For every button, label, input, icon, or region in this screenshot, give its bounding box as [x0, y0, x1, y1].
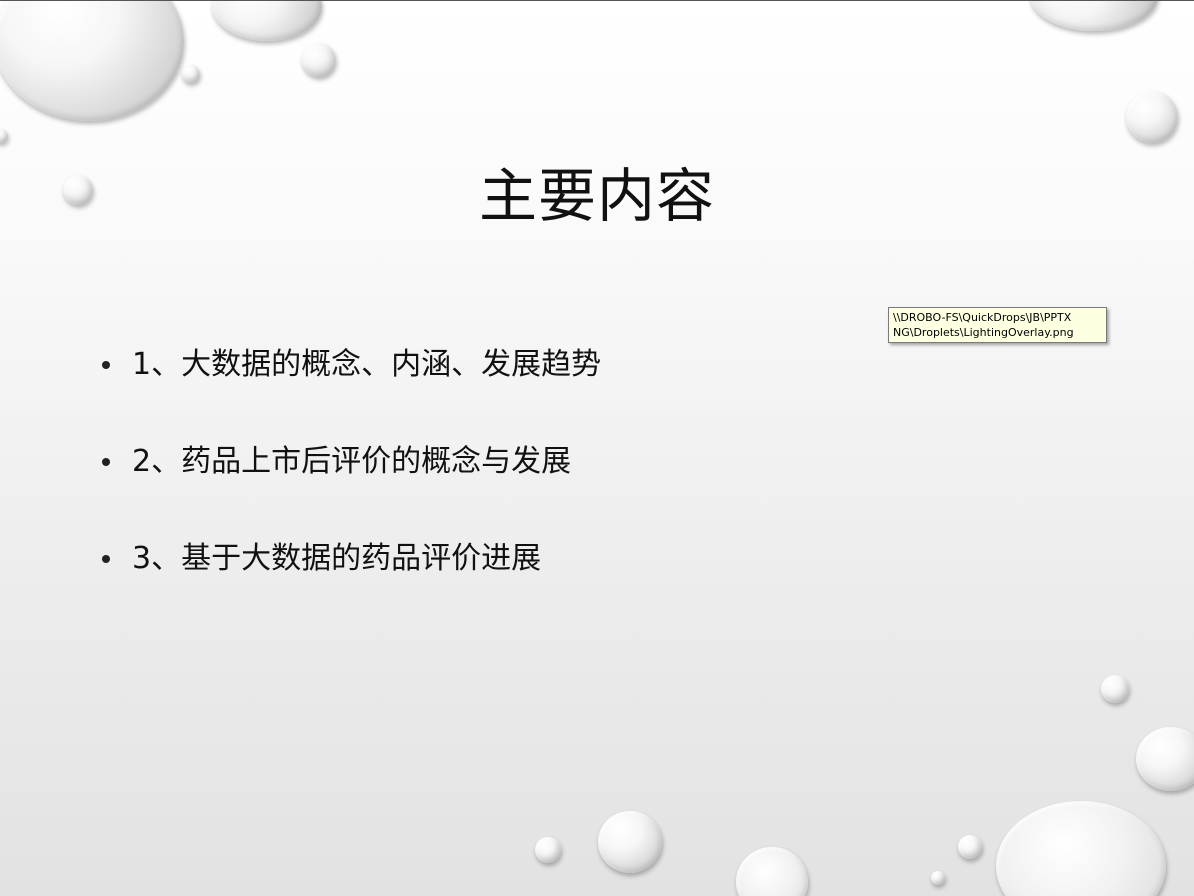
water-droplet-decoration	[736, 847, 808, 896]
bullet-text: 1、大数据的概念、内涵、发展趋势	[132, 347, 602, 382]
water-droplet-decoration	[302, 43, 336, 77]
water-droplet-decoration	[931, 871, 945, 885]
water-droplet-decoration	[1126, 91, 1178, 143]
bullet-dot-icon	[102, 458, 110, 466]
water-droplet-decoration	[1101, 675, 1129, 703]
bullet-text: 2、药品上市后评价的概念与发展	[132, 444, 572, 479]
water-droplet-decoration	[996, 801, 1166, 896]
file-path-tooltip: \\DROBO-FS\QuickDrops\JB\PPTX NG\Droplet…	[888, 307, 1107, 343]
bullet-item: 1、大数据的概念、内涵、发展趋势	[100, 339, 601, 436]
water-droplet-decoration	[598, 811, 662, 873]
slide: 主要内容 1、大数据的概念、内涵、发展趋势 2、药品上市后评价的概念与发展 3、…	[0, 0, 1194, 896]
bullet-dot-icon	[102, 555, 110, 563]
bullet-dot-icon	[102, 361, 110, 369]
water-droplet-decoration	[212, 1, 322, 41]
water-droplet-decoration	[1136, 727, 1194, 791]
bullet-text: 3、基于大数据的药品评价进展	[132, 541, 542, 576]
tooltip-line: NG\Droplets\LightingOverlay.png	[893, 326, 1074, 339]
slide-title: 主要内容	[478, 162, 715, 230]
bullet-list: 1、大数据的概念、内涵、发展趋势 2、药品上市后评价的概念与发展 3、基于大数据…	[100, 339, 601, 630]
water-droplet-decoration	[1030, 1, 1158, 31]
tooltip-line: \\DROBO-FS\QuickDrops\JB\PPTX	[893, 311, 1072, 324]
bullet-item: 3、基于大数据的药品评价进展	[100, 533, 601, 630]
water-droplet-decoration	[0, 129, 8, 143]
bullet-item: 2、药品上市后评价的概念与发展	[100, 436, 601, 533]
water-droplet-decoration	[0, 1, 184, 121]
water-droplet-decoration	[182, 65, 200, 83]
water-droplet-decoration	[958, 835, 982, 859]
water-droplet-decoration	[535, 837, 561, 863]
